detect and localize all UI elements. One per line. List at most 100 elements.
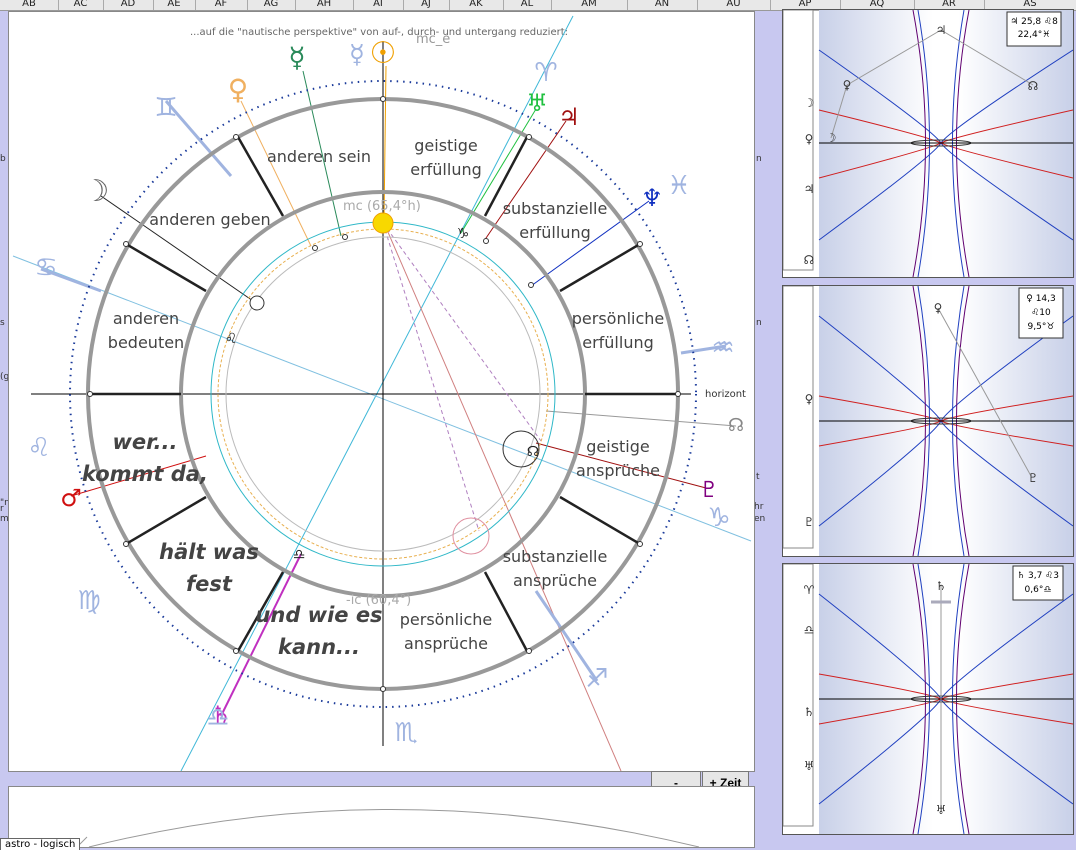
house-marker [233, 134, 239, 140]
sheet-tab[interactable]: astro - logisch [0, 838, 81, 850]
cancer-icon: ♋ [34, 253, 57, 283]
aspect-line [382, 222, 480, 532]
scorpio-icon: ♏ [394, 718, 417, 748]
moon-icon[interactable]: ☽ [83, 174, 110, 209]
right-edge-text: n [756, 154, 762, 164]
col-header[interactable]: AK [449, 0, 504, 10]
house-label: substanzielle [503, 547, 608, 566]
planet-marker [528, 282, 534, 288]
left-edge-text: m [0, 514, 9, 524]
mc-label: mc (65,4°h) [343, 199, 421, 214]
jupiter-info-line1: ♃ 25,8 ♌8 [1010, 17, 1058, 27]
phrase-text: und wie es [255, 603, 382, 627]
node-axis-icon: ☊ [804, 253, 815, 267]
house-marker [87, 391, 93, 397]
saturn-marker-icon: ♄ [936, 579, 947, 593]
col-header[interactable]: AG [247, 0, 296, 10]
col-header[interactable]: AN [627, 0, 698, 10]
node-icon[interactable]: ☊ [728, 415, 744, 436]
left-edge-text: s [0, 318, 5, 328]
pluto-marker-icon: ♇ [1028, 471, 1039, 485]
house-wheel-diagram: ...auf die "nautische perspektive" von a… [12, 15, 752, 771]
aries-icon: ♈ [534, 58, 557, 88]
venus-marker-icon: ♀ [843, 78, 852, 92]
planet-marker [483, 238, 489, 244]
leo-icon: ♌ [27, 433, 50, 463]
right-edge-text: en [754, 514, 766, 524]
small-node-icon: ☊ [527, 444, 539, 460]
sagittarius-icon: ♐ [585, 664, 608, 694]
col-header[interactable]: AC [58, 0, 104, 10]
secondary-chart-panel [8, 786, 755, 848]
col-header[interactable]: AL [503, 0, 552, 10]
house-label: geistige [586, 437, 650, 456]
left-edge-text: r [0, 504, 4, 514]
house-label: erfüllung [519, 223, 591, 242]
sun-position-marker [372, 212, 394, 234]
capricorn-icon: ♑ [707, 503, 730, 533]
col-header[interactable]: AD [103, 0, 154, 10]
venus-curve-plot: ♀ ♇ ♀ ♇ ♀ 14,3 ♌10 9,5°♉ [783, 286, 1073, 556]
house-marker [123, 541, 129, 547]
phrase-text: hält was [159, 540, 259, 564]
saturn-axis-icon: ♄ [804, 705, 815, 719]
phrase-text: kommt da, [82, 462, 208, 486]
mercury-ghost-icon: ☿ [349, 40, 365, 70]
phrase-text: fest [186, 572, 233, 596]
right-edge-text: t [756, 472, 760, 482]
jupiter-info-line2: 22,4°♓ [1018, 30, 1051, 40]
mc-top-label: mc_e [416, 32, 450, 47]
pisces-icon: ♓ [667, 171, 690, 201]
small-libra-icon: ♎ [293, 547, 306, 563]
col-header[interactable]: AF [195, 0, 248, 10]
planet-marker [312, 245, 318, 251]
house-marker [526, 134, 532, 140]
sun-line [383, 65, 387, 222]
house-divider [559, 242, 641, 293]
horizon-label: horizont [705, 389, 746, 400]
libra-icon: ♎ [206, 703, 229, 733]
house-label: erfüllung [410, 160, 482, 179]
col-header[interactable]: AU [697, 0, 771, 10]
house-label: anderen geben [149, 210, 270, 229]
col-header[interactable]: AJ [403, 0, 450, 10]
col-header[interactable]: AE [153, 0, 196, 10]
virgo-icon: ♍ [77, 586, 100, 616]
venus-axis-icon: ♀ [805, 392, 814, 406]
house-label: ansprüche [576, 461, 660, 480]
gemini-icon: ♊ [154, 93, 177, 123]
house-marker [380, 96, 386, 102]
cursor-circle-red [452, 517, 490, 555]
left-edge-text: b [0, 154, 6, 164]
moon-axis-icon: ☽ [804, 96, 815, 110]
col-header[interactable]: AH [295, 0, 354, 10]
mercury-icon[interactable]: ☿ [288, 41, 305, 74]
sun-icon[interactable]: ☉ [370, 36, 397, 71]
jupiter-icon[interactable]: ♃ [558, 103, 580, 131]
col-header[interactable]: AB [0, 0, 59, 10]
house-marker [380, 686, 386, 692]
neptune-icon[interactable]: ♆ [641, 184, 663, 212]
col-header[interactable]: AM [551, 0, 628, 10]
small-capricorn-icon: ♑ [457, 226, 470, 242]
house-label: persönliche [572, 309, 665, 328]
moon-marker-icon: ☽ [826, 131, 837, 145]
mars-icon[interactable]: ♂ [60, 484, 82, 512]
phrase-text: wer... [113, 430, 178, 454]
uranus-icon[interactable]: ♅ [526, 89, 548, 117]
house-marker [526, 648, 532, 654]
secondary-chart-arc [78, 809, 700, 847]
house-label: erfüllung [582, 333, 654, 352]
venus-icon[interactable]: ♀ [228, 73, 249, 106]
house-marker [637, 541, 643, 547]
col-header[interactable]: AI [353, 0, 404, 10]
jupiter-axis-icon: ♃ [804, 182, 815, 196]
house-label: bedeuten [108, 333, 184, 352]
house-label: ansprüche [513, 571, 597, 590]
house-marker [637, 241, 643, 247]
jupiter-curve-plot: ♃ ♀ ☊ ☽ ☽ ♀ ♃ ☊ ♃ 25,8 ♌8 22,4°♓ [783, 10, 1073, 277]
right-edge-text: hr [754, 502, 764, 512]
jupiter-marker-icon: ♃ [936, 23, 947, 37]
pluto-icon[interactable]: ♇ [699, 478, 719, 503]
house-wheel-panel: ...auf die "nautische perspektive" von a… [8, 11, 755, 772]
